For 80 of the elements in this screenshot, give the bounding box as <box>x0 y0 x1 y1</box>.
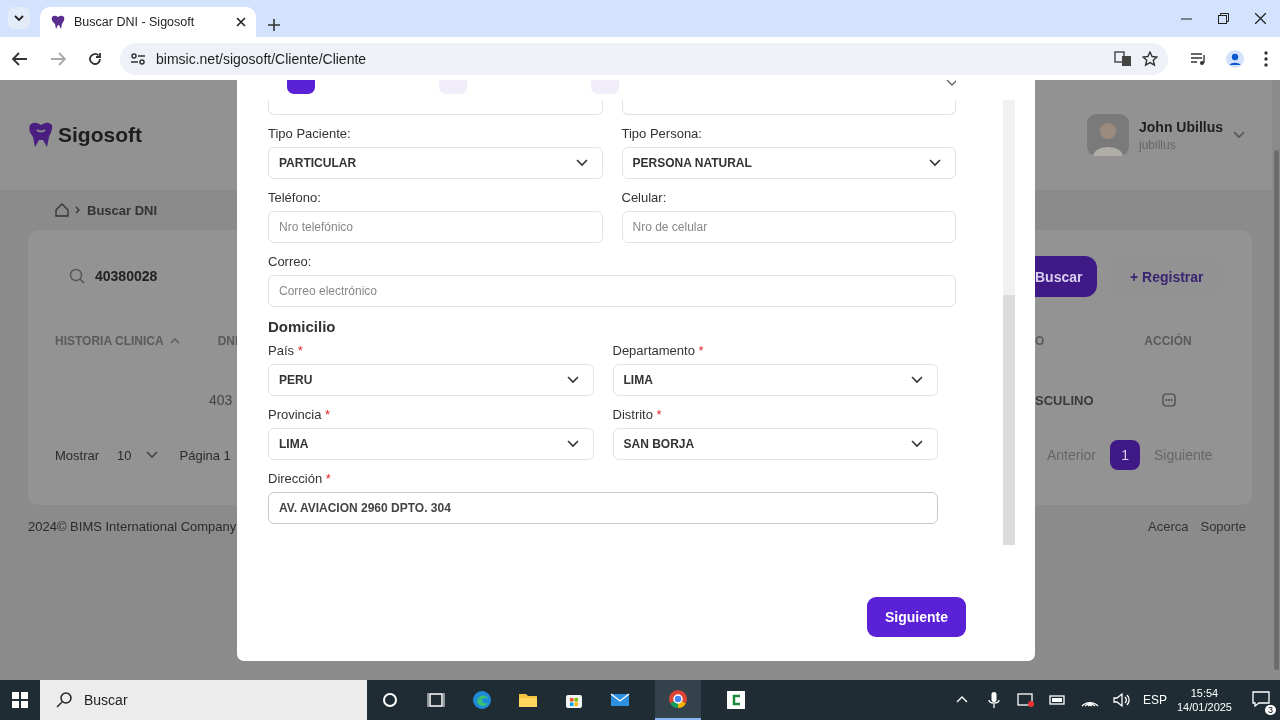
select-field[interactable]: LIMA <box>268 428 594 460</box>
windows-icon[interactable] <box>9 689 31 711</box>
chevron-down-icon <box>145 451 158 459</box>
select-field[interactable]: LIMA <box>612 364 938 396</box>
site-settings-icon[interactable] <box>130 51 146 66</box>
footer-link[interactable]: Soporte <box>1200 518 1246 534</box>
search-button[interactable]: Buscar <box>1035 256 1097 297</box>
field-label: Teléfono: <box>268 190 322 207</box>
table-cell: 403 <box>209 392 233 408</box>
menu-icon[interactable] <box>1264 50 1268 67</box>
browser-tab[interactable]: Buscar DNI - Sigosoft <box>40 7 256 37</box>
url-text: bimsic.net/sigosoft/Cliente/Cliente <box>156 50 367 67</box>
field-label: Correo: <box>268 254 313 271</box>
field-label: Provincia * <box>268 407 332 424</box>
field-label: País * <box>268 343 304 360</box>
new-tab-icon[interactable] <box>268 19 280 31</box>
page-size-select[interactable]: 10 <box>117 447 158 463</box>
chevron-right-icon <box>75 206 81 214</box>
star-icon[interactable] <box>1142 50 1158 67</box>
search-icon <box>69 268 85 284</box>
tooth-icon <box>50 14 66 30</box>
select-field[interactable]: SAN BORJA <box>612 428 938 460</box>
select-field[interactable]: PERSONA NATURAL <box>621 147 956 179</box>
input-field[interactable]: Nro telefónico <box>268 211 603 243</box>
options-icon[interactable] <box>1161 393 1176 407</box>
search-icon <box>56 692 72 708</box>
select-field[interactable]: PERU <box>268 364 594 396</box>
chevron-down-icon <box>575 159 588 167</box>
select-field[interactable]: PARTICULAR <box>268 147 603 179</box>
field-label: Tipo Paciente: <box>268 126 352 143</box>
sort-up-icon <box>169 338 180 344</box>
select-field[interactable] <box>621 100 956 115</box>
next-button[interactable]: Siguiente <box>867 597 966 637</box>
field-label: Distrito * <box>612 407 663 424</box>
section-heading: Domicilio <box>268 318 337 337</box>
input-field[interactable]: Correo electrónico <box>268 275 956 307</box>
chevron-down-icon <box>911 376 923 384</box>
restore-icon[interactable] <box>1218 13 1229 24</box>
scrollbar[interactable] <box>1273 150 1279 670</box>
search-field[interactable]: 40380028 <box>55 255 237 297</box>
field-label: Celular: <box>621 190 668 207</box>
taskbar-search[interactable]: Buscar <box>40 680 367 720</box>
minimize-icon[interactable] <box>1181 17 1192 20</box>
chevron-down-icon <box>929 159 941 167</box>
show-label: Mostrar <box>55 447 100 463</box>
logo-text: Sigosoft <box>58 123 142 147</box>
logo-icon <box>28 121 54 149</box>
select-field[interactable] <box>268 100 603 115</box>
chevron-down-icon <box>911 440 923 448</box>
footer-link[interactable]: Acerca <box>1148 518 1189 534</box>
field-label: Tipo Persona: <box>621 126 703 143</box>
copyright-text: 2024© BIMS International Company <box>28 518 237 534</box>
media-queue-icon[interactable] <box>1190 51 1206 66</box>
chevron-down-icon <box>566 376 579 384</box>
user-name: John Ubillus <box>1139 118 1223 135</box>
reload-icon[interactable] <box>88 51 102 66</box>
edge-icon[interactable] <box>471 689 493 711</box>
translate-icon[interactable] <box>1114 50 1132 67</box>
input-field[interactable]: AV. AVIACION 2960 DPTO. 304 <box>268 492 938 524</box>
breadcrumb-item: Buscar DNI <box>87 202 158 218</box>
field-label: Departamento * <box>612 343 705 360</box>
profile-icon[interactable] <box>1226 49 1244 68</box>
clock[interactable]: 15:54 14/01/2025 <box>1176 687 1232 713</box>
notification-badge: 3 <box>1265 704 1276 715</box>
home-icon[interactable] <box>55 203 69 217</box>
tab-list-icon[interactable] <box>8 7 30 29</box>
page-info: Página 1 <box>179 447 231 463</box>
language-indicator[interactable]: ESP <box>1142 693 1167 707</box>
chevron-down-icon <box>566 440 579 448</box>
input-field[interactable]: Nro de celular <box>621 211 956 243</box>
tab-title: Buscar DNI - Sigosoft <box>74 15 196 29</box>
table-cell: SCULINO <box>1035 392 1094 408</box>
chrome-icon[interactable] <box>667 688 689 710</box>
field-label: Dirección * <box>268 471 332 488</box>
avatar <box>1087 114 1129 156</box>
page-number[interactable]: 1 <box>1110 440 1141 470</box>
address-bar[interactable]: bimsic.net/sigosoft/Cliente/Cliente <box>120 42 1168 75</box>
back-icon[interactable] <box>12 51 28 66</box>
scrollbar[interactable] <box>1003 295 1015 545</box>
chevron-down-icon <box>1233 131 1245 139</box>
